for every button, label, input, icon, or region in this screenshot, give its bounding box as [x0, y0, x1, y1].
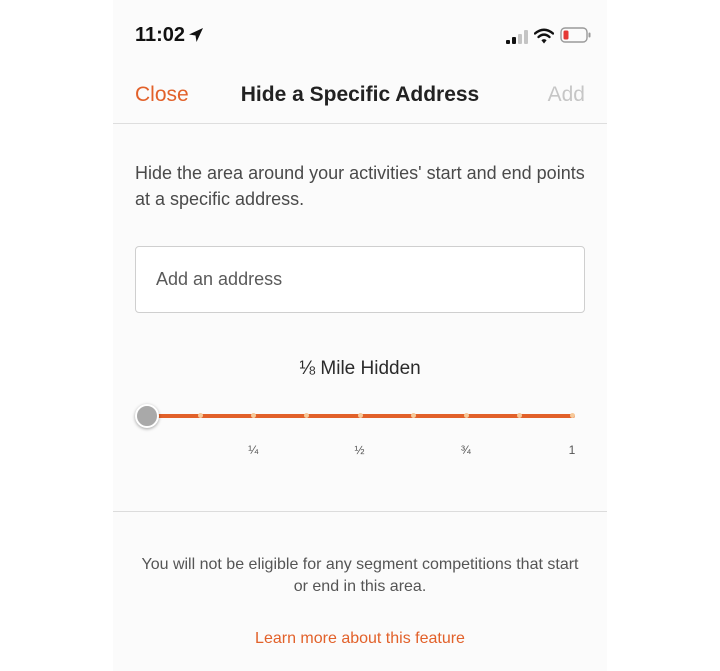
distance-slider[interactable]: [135, 400, 585, 436]
status-time: 11:02: [135, 24, 186, 46]
description-text: Hide the area around your activities' st…: [135, 163, 585, 209]
slider-tick-label: ¾: [460, 443, 471, 457]
address-input[interactable]: [136, 247, 584, 312]
wifi-icon: [533, 28, 555, 49]
slider-step-dot: [570, 413, 575, 418]
status-bar: 11:02: [113, 0, 607, 60]
segment-notice: You will not be eligible for any segment…: [141, 556, 579, 595]
add-button[interactable]: Add: [548, 83, 585, 107]
location-arrow-icon: [188, 27, 204, 48]
address-field[interactable]: [135, 246, 585, 313]
slider-tick-label: 1: [568, 443, 576, 457]
slider-step-dot: [357, 413, 363, 418]
screen: 11:02 Close Hide a Specific Address Add …: [113, 0, 607, 671]
learn-more-link[interactable]: Learn more about this feature: [113, 630, 607, 648]
slider-tick-label: ½: [354, 443, 365, 457]
slider-step-dot: [516, 413, 522, 418]
divider: [113, 511, 607, 512]
nav-bar: Close Hide a Specific Address Add: [113, 70, 607, 124]
slider-tick-label: ¼: [248, 443, 259, 457]
slider-step-dot: [410, 413, 416, 418]
slider-value-label: ⅛ Mile Hidden: [299, 358, 421, 379]
page-title: Hide a Specific Address: [240, 83, 480, 106]
slider-thumb[interactable]: [135, 404, 159, 428]
slider-step-dot: [463, 413, 469, 418]
battery-low-icon: [560, 27, 592, 48]
cellular-signal-icon: [506, 30, 528, 49]
